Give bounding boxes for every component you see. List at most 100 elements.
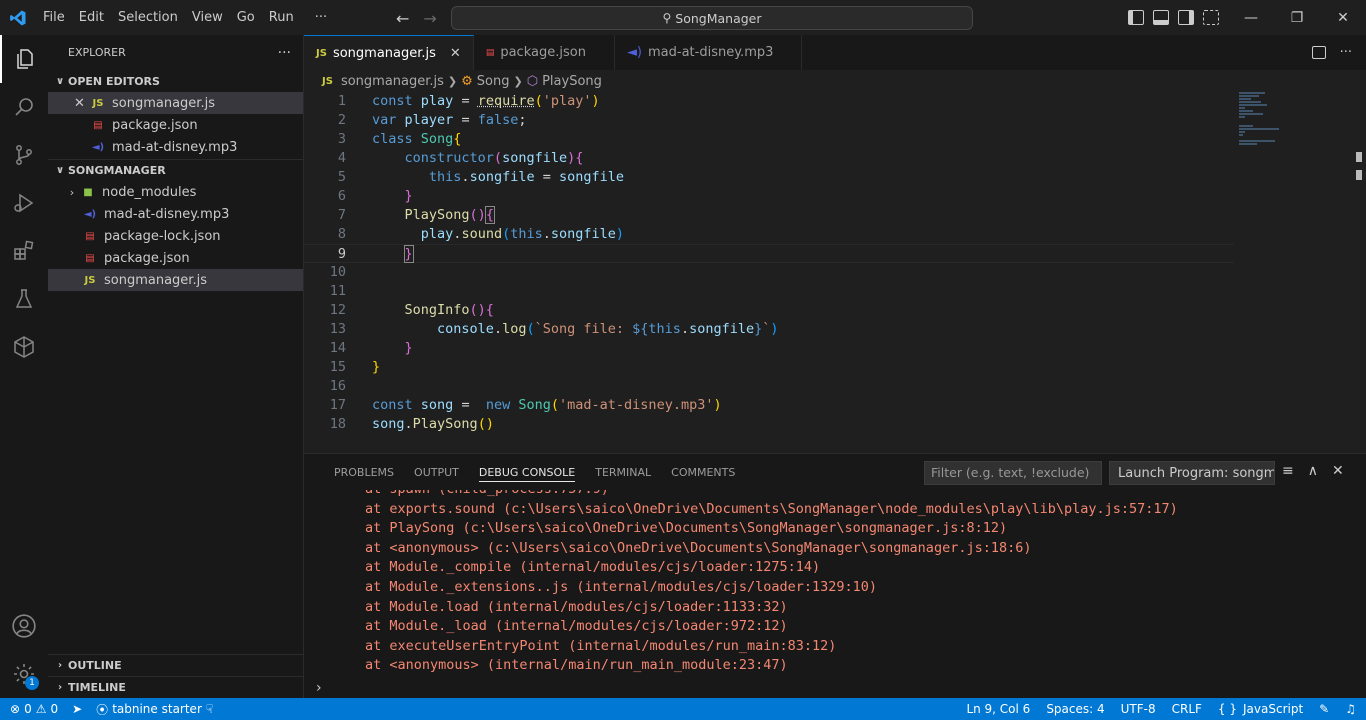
status-left: ⊗ 0 ⚠ 0 ➤ ⦿ tabnine starter ☟ [0,701,213,718]
minimap[interactable] [1239,92,1299,152]
close-panel-icon[interactable]: ✕ [1332,463,1344,479]
tab-terminal[interactable]: TERMINAL [585,454,661,490]
manage-gear-icon[interactable]: 1 [0,650,48,698]
end-of-line[interactable]: CRLF [1172,702,1202,716]
open-editor-item[interactable]: ✕ JS songmanager.js [48,92,303,114]
source-control-icon[interactable] [0,131,48,179]
editor-area: JS songmanager.js ✕ ▤ package.json ◄) ma… [304,35,1366,453]
open-editors-section[interactable]: ∨ OPEN EDITORS [48,70,303,92]
remote-explorer-icon[interactable] [0,323,48,371]
toggle-secondary-sidebar-icon[interactable] [1178,10,1194,25]
code-editor[interactable]: 1 const play = require('play') 2 var playe… [304,92,1234,434]
search-text: SongManager [675,10,762,26]
tab-problems[interactable]: PROBLEMS [324,454,404,490]
notifications-bell-icon[interactable]: ♫ [1345,702,1356,716]
tree-item-label: package.json [104,250,190,266]
tab-label: songmanager.js [332,45,436,61]
code-line: 2 var player = false; [337,112,527,128]
tree-file[interactable]: JS songmanager.js [48,269,303,291]
testing-flask-icon[interactable] [0,275,48,323]
debug-console-output[interactable]: at spawn (child_process:757:9) at export… [304,490,1366,678]
open-editor-item[interactable]: ▤ package.json [48,114,303,136]
close-window-icon[interactable]: ✕ [1320,0,1366,35]
run-debug-icon[interactable] [0,179,48,227]
problems-status[interactable]: ⊗ 0 ⚠ 0 [10,702,58,716]
more-actions-icon[interactable]: ··· [1340,45,1352,60]
tree-folder-node-modules[interactable]: › ■ node_modules [48,181,303,203]
tree-file[interactable]: ◄) mad-at-disney.mp3 [48,203,303,225]
search-icon[interactable] [0,83,48,131]
explorer-more-actions[interactable]: ··· [278,45,291,61]
console-line: at Module._load (internal/modules/cjs/lo… [365,618,788,635]
language-mode[interactable]: { } JavaScript [1218,702,1303,716]
menu-file[interactable]: File [36,0,72,35]
forward-arrow-icon[interactable]: → [423,9,436,28]
chevron-right-icon: › [69,185,75,199]
timeline-section[interactable]: › TIMELINE [48,676,303,698]
tab-package-json[interactable]: ▤ package.json [473,35,615,70]
breadcrumb: JS songmanager.js ❯ ⚙ Song ❯ ⬡ PlaySong [304,70,1366,92]
breadcrumb-class[interactable]: Song [477,74,510,89]
indentation[interactable]: Spaces: 4 [1046,702,1104,716]
outline-title: OUTLINE [68,659,122,672]
minimize-icon[interactable]: — [1228,0,1274,35]
open-editor-item[interactable]: ◄) mad-at-disney.mp3 [48,136,303,158]
menu-selection[interactable]: Selection [111,0,185,35]
split-editor-icon[interactable] [1311,46,1326,59]
tab-debug-console[interactable]: DEBUG CONSOLE [469,454,585,490]
sidebar-title: EXPLORER [68,46,126,59]
outline-section[interactable]: › OUTLINE [48,654,303,676]
toggle-primary-sidebar-icon[interactable] [1128,10,1144,25]
clear-console-icon[interactable]: ≡ [1282,463,1294,479]
breadcrumb-method[interactable]: PlaySong [542,74,602,89]
toggle-panel-icon[interactable] [1153,10,1169,25]
warning-icon: ⚠ [35,702,47,716]
audio-file-icon: ◄) [626,45,643,60]
editor-scrollbar[interactable] [1352,92,1366,453]
tab-output[interactable]: OUTPUT [404,454,469,490]
close-editor-icon[interactable]: ✕ [74,96,90,111]
console-line: at <anonymous> (c:\Users\saico\OneDrive\… [365,539,1032,556]
explorer-icon[interactable] [0,35,48,83]
feedback-icon[interactable]: ✎ [1319,702,1329,716]
launch-config-select[interactable]: Launch Program: songm ∨ [1109,461,1275,485]
maximize-panel-icon[interactable]: ∧ [1308,463,1318,479]
breadcrumb-file[interactable]: songmanager.js [341,74,444,89]
tab-mad-at-disney-mp3[interactable]: ◄) mad-at-disney.mp3 [614,35,803,70]
menu-edit[interactable]: Edit [72,0,111,35]
code-line: 14 } [329,340,413,356]
customize-layout-icon[interactable] [1203,10,1219,25]
tree-file[interactable]: ▤ package-lock.json [48,225,303,247]
pointing-hand-icon: ☟ [205,702,214,716]
menu-view[interactable]: View [185,0,230,35]
encoding[interactable]: UTF-8 [1121,702,1156,716]
close-tab-icon[interactable]: ✕ [450,46,461,61]
tab-songmanager-js[interactable]: JS songmanager.js ✕ [304,35,474,70]
console-input-prompt[interactable]: › [316,680,322,696]
console-filter-input[interactable]: Filter (e.g. text, !exclude) [924,461,1102,485]
window-controls: — ❐ ✕ [1228,0,1366,35]
back-arrow-icon[interactable]: ← [396,9,409,28]
command-center-search[interactable]: ⚲ SongManager [451,6,973,30]
launch-config-label: Launch Program: songm [1118,465,1275,481]
cursor-position[interactable]: Ln 9, Col 6 [966,702,1030,716]
restore-icon[interactable]: ❐ [1274,0,1320,35]
code-line: 17 const song = new Song('mad-at-disney.m… [329,397,722,413]
tree-file[interactable]: ▤ package.json [48,247,303,269]
project-section[interactable]: ∨ SONGMANAGER [48,159,303,181]
accounts-icon[interactable] [0,602,48,650]
extensions-icon[interactable] [0,227,48,275]
menu-go[interactable]: Go [230,0,262,35]
tabnine-status[interactable]: ⦿ tabnine starter ☟ [96,701,213,718]
tab-comments[interactable]: COMMENTS [661,454,745,490]
menu-more[interactable]: ··· [301,0,334,35]
console-line: at exports.sound (c:\Users\saico\OneDriv… [365,500,1178,517]
console-line: at PlaySong (c:\Users\saico\OneDrive\Doc… [365,520,1008,537]
project-title: SONGMANAGER [68,164,166,177]
menu-run[interactable]: Run [262,0,301,35]
debug-icon[interactable]: ➤ [72,702,82,716]
panel-actions: ≡ ∧ ✕ [1282,463,1344,479]
chevron-right-icon: ❯ [513,74,523,88]
editor-actions: ··· [1311,35,1366,70]
code-line: 3 class Song{ [337,131,462,147]
